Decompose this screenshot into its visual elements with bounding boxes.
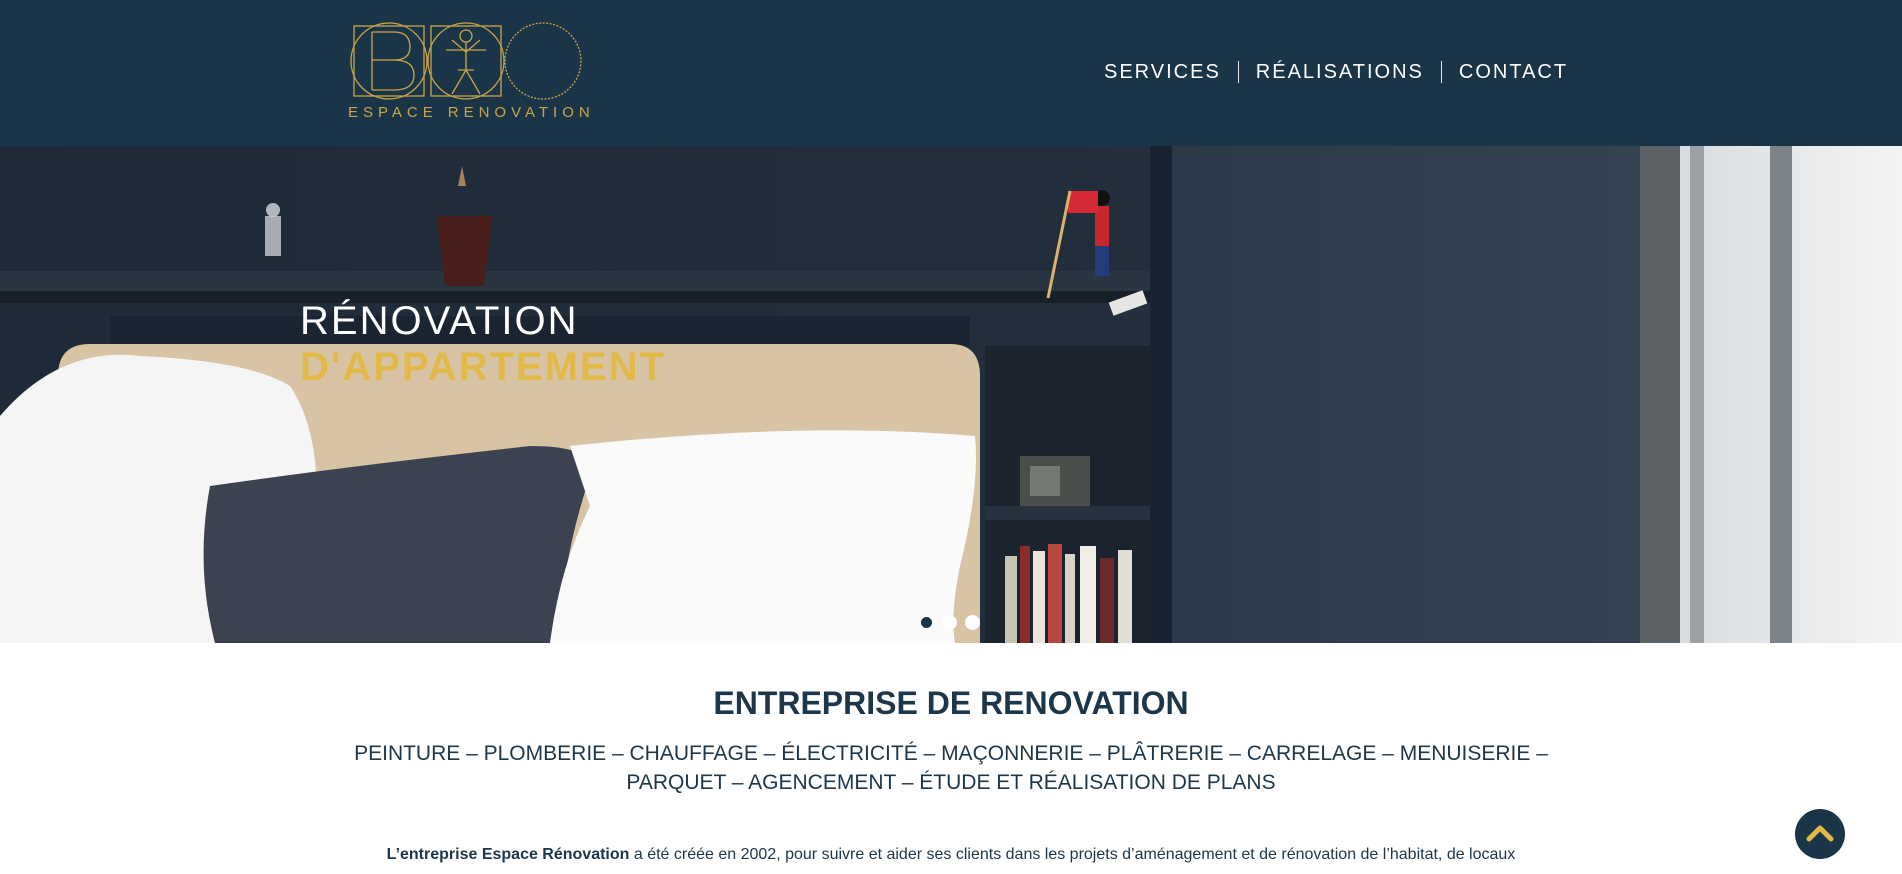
hero-image xyxy=(0,146,1902,643)
nav-contact[interactable]: CONTACT xyxy=(1459,57,1568,87)
services-list: PEINTURE – PLOMBERIE – CHAUFFAGE – ÉLECT… xyxy=(0,739,1902,797)
intro-company-name: L’entreprise Espace Rénovation xyxy=(386,846,630,863)
services-line-1: PEINTURE – PLOMBERIE – CHAUFFAGE – ÉLECT… xyxy=(354,742,1548,765)
hero-title-line2: D'APPARTEMENT xyxy=(300,345,666,389)
nav-realisations[interactable]: RÉALISATIONS xyxy=(1256,57,1424,87)
logo[interactable]: ESPACE RENOVATION xyxy=(348,20,608,126)
nav-services[interactable]: SERVICES xyxy=(1104,57,1221,87)
intro-text: a été créée en 2002, pour suivre et aide… xyxy=(629,846,1516,863)
logo-word-espace: ESPACE xyxy=(348,104,438,121)
main-nav: SERVICES RÉALISATIONS CONTACT xyxy=(1104,57,1568,87)
intro-paragraph: L’entreprise Espace Rénovation a été cré… xyxy=(0,846,1902,864)
slider-dot-3[interactable] xyxy=(965,615,980,630)
nav-separator xyxy=(1237,61,1239,83)
services-line-2: PARQUET – AGENCEMENT – ÉTUDE ET RÉALISAT… xyxy=(626,771,1276,794)
section-title: ENTREPRISE DE RENOVATION xyxy=(713,685,1189,721)
scroll-top-button[interactable] xyxy=(1795,809,1845,859)
hero-slider[interactable]: RÉNOVATION D'APPARTEMENT xyxy=(0,146,1902,643)
slider-dot-2[interactable] xyxy=(942,615,957,630)
chevron-up-icon xyxy=(1806,825,1834,842)
logo-emblem xyxy=(350,22,582,100)
slider-dot-1[interactable] xyxy=(919,615,934,630)
slider-dots xyxy=(919,615,988,630)
nav-separator xyxy=(1440,61,1442,83)
logo-word-renovation: RENOVATION xyxy=(447,104,595,121)
hero-title-line1: RÉNOVATION xyxy=(300,299,579,343)
site-header: ESPACE RENOVATION SERVICES RÉALISATIONS C… xyxy=(0,0,1902,146)
hero-title: RÉNOVATION D'APPARTEMENT xyxy=(300,298,666,390)
logo-wordmark: ESPACE RENOVATION xyxy=(348,104,608,121)
